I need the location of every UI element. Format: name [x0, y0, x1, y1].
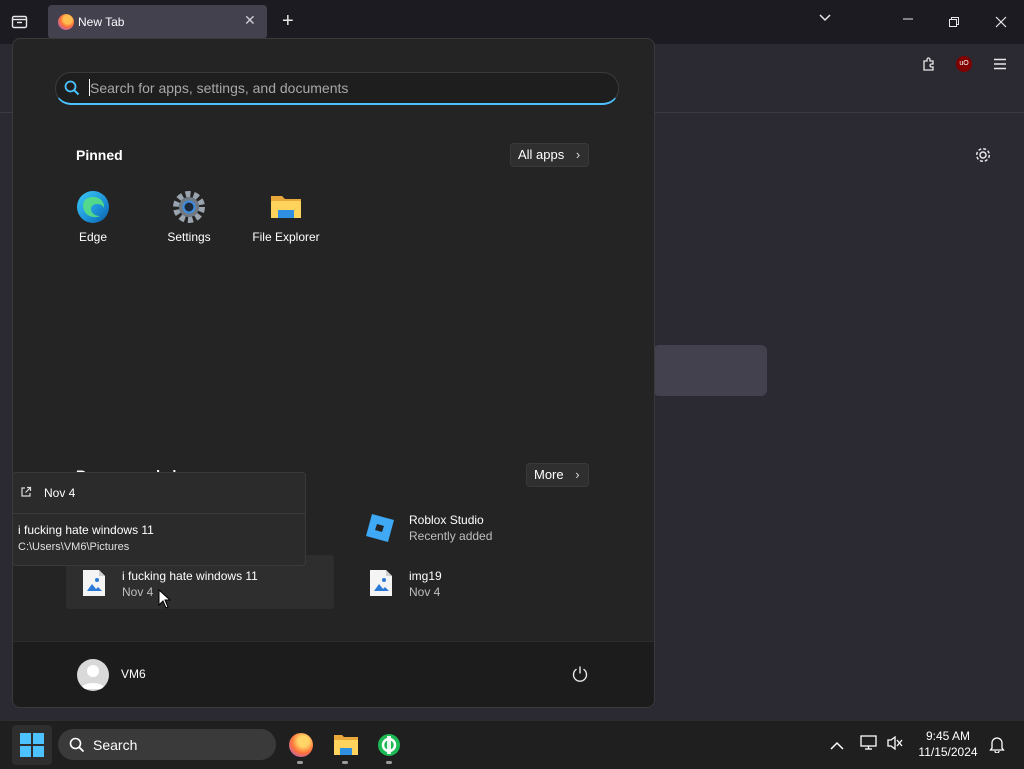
recommended-item-name: i fucking hate windows 11	[122, 569, 258, 583]
more-label: More	[534, 467, 564, 482]
image-file-icon	[82, 569, 106, 602]
all-apps-label: All apps	[518, 147, 565, 162]
running-indicator	[297, 761, 303, 764]
menu-icon[interactable]	[993, 57, 1007, 76]
clock-date: 11/15/2024	[918, 745, 978, 759]
edge-icon	[76, 190, 110, 224]
chevron-right-icon: ›	[575, 467, 580, 482]
chevron-right-icon: ›	[575, 147, 581, 162]
avatar	[77, 659, 109, 691]
start-menu-footer: VM6	[13, 641, 654, 707]
pinned-app-label: File Explorer	[252, 230, 320, 244]
text-caret	[89, 79, 90, 96]
open-external-icon	[20, 485, 32, 503]
user-name: VM6	[121, 667, 146, 681]
taskbar-firefox[interactable]	[280, 725, 320, 765]
pinned-app-label: Edge	[78, 230, 108, 244]
close-window-button[interactable]	[995, 15, 1007, 31]
pinned-app-edge[interactable]: Edge	[53, 190, 133, 244]
settings-gear-icon	[172, 190, 206, 224]
recommended-item-sub: Recently added	[409, 529, 493, 543]
all-apps-button[interactable]: All apps ›	[510, 143, 590, 167]
taskbar-file-explorer[interactable]	[325, 725, 365, 765]
pinned-app-label: Settings	[167, 230, 211, 244]
minimize-button[interactable]	[902, 12, 914, 28]
tab-title: New Tab	[78, 15, 125, 29]
folder-icon	[333, 734, 359, 761]
pinned-app-file-explorer[interactable]: File Explorer	[246, 190, 326, 244]
windows-logo-icon	[20, 733, 44, 762]
clock-time: 9:45 AM	[925, 729, 971, 743]
power-icon[interactable]	[571, 665, 589, 688]
taskbar-search-label: Search	[93, 737, 138, 753]
firefox-tab-icon	[58, 14, 74, 30]
tooltip-divider	[13, 513, 305, 514]
more-button[interactable]: More ›	[526, 463, 589, 487]
search-icon	[69, 737, 85, 758]
pinned-title: Pinned	[76, 147, 123, 163]
folder-icon	[269, 190, 303, 224]
start-search-box[interactable]: Search for apps, settings, and documents	[55, 72, 619, 105]
recycle-app-icon	[377, 733, 401, 762]
volume-muted-icon[interactable]	[886, 735, 904, 756]
pinned-app-settings[interactable]: Settings	[149, 190, 229, 244]
tooltip-file-path: C:\Users\VM6\Pictures	[18, 541, 130, 553]
firefox-view-icon[interactable]	[11, 13, 28, 30]
recommended-item-sub: Nov 4	[122, 585, 154, 599]
recommended-item-roblox-studio[interactable]: Roblox Studio Recently added	[353, 503, 593, 553]
notification-bell-icon[interactable]	[989, 735, 1005, 758]
search-icon	[64, 80, 80, 101]
recommended-item-sub: Nov 4	[409, 585, 441, 599]
tab-new-tab[interactable]: New Tab ✕	[48, 5, 267, 39]
running-indicator	[386, 761, 392, 764]
tooltip-file-name: i fucking hate windows 11	[18, 523, 154, 537]
recommended-item-name: Roblox Studio	[409, 513, 484, 527]
search-placeholder: Search for apps, settings, and documents	[90, 80, 349, 96]
network-icon[interactable]	[860, 735, 878, 756]
start-menu: Search for apps, settings, and documents…	[12, 38, 655, 708]
image-file-icon	[369, 569, 393, 602]
file-tooltip: Nov 4 i fucking hate windows 11 C:\Users…	[12, 472, 306, 566]
start-button[interactable]	[12, 725, 52, 765]
new-tab-search-box[interactable]	[653, 345, 767, 396]
recommended-item-name: img19	[409, 569, 442, 583]
tab-close-icon[interactable]: ✕	[244, 12, 256, 29]
mouse-cursor-icon	[158, 588, 172, 614]
extensions-icon[interactable]	[921, 56, 937, 77]
restore-button[interactable]	[948, 15, 960, 31]
taskbar: Search 9:45 AM 11/15/2024	[0, 720, 1024, 769]
new-tab-button[interactable]: +	[282, 10, 294, 33]
ublock-origin-icon[interactable]: uO	[956, 56, 972, 72]
roblox-studio-icon	[365, 513, 395, 548]
tooltip-date: Nov 4	[44, 486, 76, 500]
show-hidden-icons-chevron-up-icon[interactable]	[830, 738, 844, 756]
taskbar-app-green[interactable]	[369, 725, 409, 765]
recommended-item-img19[interactable]: img19 Nov 4	[353, 555, 593, 609]
taskbar-clock[interactable]: 9:45 AM 11/15/2024	[910, 728, 986, 760]
new-tab-settings-gear-icon[interactable]	[974, 146, 992, 169]
firefox-icon	[289, 733, 313, 757]
user-account-button[interactable]: VM6	[73, 654, 223, 694]
taskbar-search-box[interactable]: Search	[58, 729, 276, 760]
list-all-tabs-icon[interactable]	[817, 9, 833, 30]
running-indicator	[342, 761, 348, 764]
